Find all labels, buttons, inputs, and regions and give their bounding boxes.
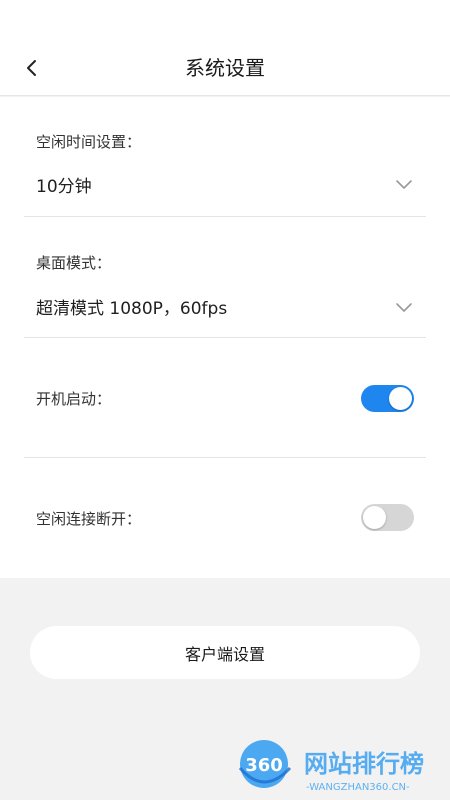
desktop-mode-label: 桌面模式： xyxy=(36,254,112,272)
svg-text:360: 360 xyxy=(245,755,283,776)
system-settings-screen: 系统设置 空闲时间设置： 10分钟 桌面模式： 超清模式 1080P，60fps… xyxy=(0,0,450,800)
divider xyxy=(24,216,426,217)
desktop-mode-dropdown[interactable] xyxy=(394,297,414,317)
idle-time-label: 空闲时间设置： xyxy=(36,133,142,151)
desktop-mode-value[interactable]: 超清模式 1080P，60fps xyxy=(36,294,227,319)
watermark-360-logo: 360 网站排行榜 -WANGZHAN360.CN- xyxy=(238,740,424,793)
watermark-logo: 360 网站排行榜 -WANGZHAN360.CN- xyxy=(236,738,450,800)
auto-start-label: 开机启动： xyxy=(36,390,112,408)
idle-time-value[interactable]: 10分钟 xyxy=(36,172,92,197)
chevron-down-icon xyxy=(396,180,412,189)
idle-time-dropdown[interactable] xyxy=(394,174,414,194)
auto-start-toggle[interactable] xyxy=(361,385,414,412)
divider xyxy=(24,457,426,458)
settings-panel: 空闲时间设置： 10分钟 桌面模式： 超清模式 1080P，60fps 开机启动… xyxy=(0,97,450,578)
toggle-knob xyxy=(363,506,386,529)
svg-text:-WANGZHAN360.CN-: -WANGZHAN360.CN- xyxy=(306,782,410,793)
idle-disconnect-toggle[interactable] xyxy=(361,504,414,531)
client-settings-button[interactable]: 客户端设置 xyxy=(30,626,420,679)
page-title: 系统设置 xyxy=(185,56,265,80)
chevron-down-icon xyxy=(396,303,412,312)
divider xyxy=(24,337,426,338)
svg-text:网站排行榜: 网站排行榜 xyxy=(304,750,424,778)
toggle-knob xyxy=(389,387,412,410)
header-bar: 系统设置 xyxy=(0,0,450,96)
idle-disconnect-label: 空闲连接断开： xyxy=(36,510,142,528)
